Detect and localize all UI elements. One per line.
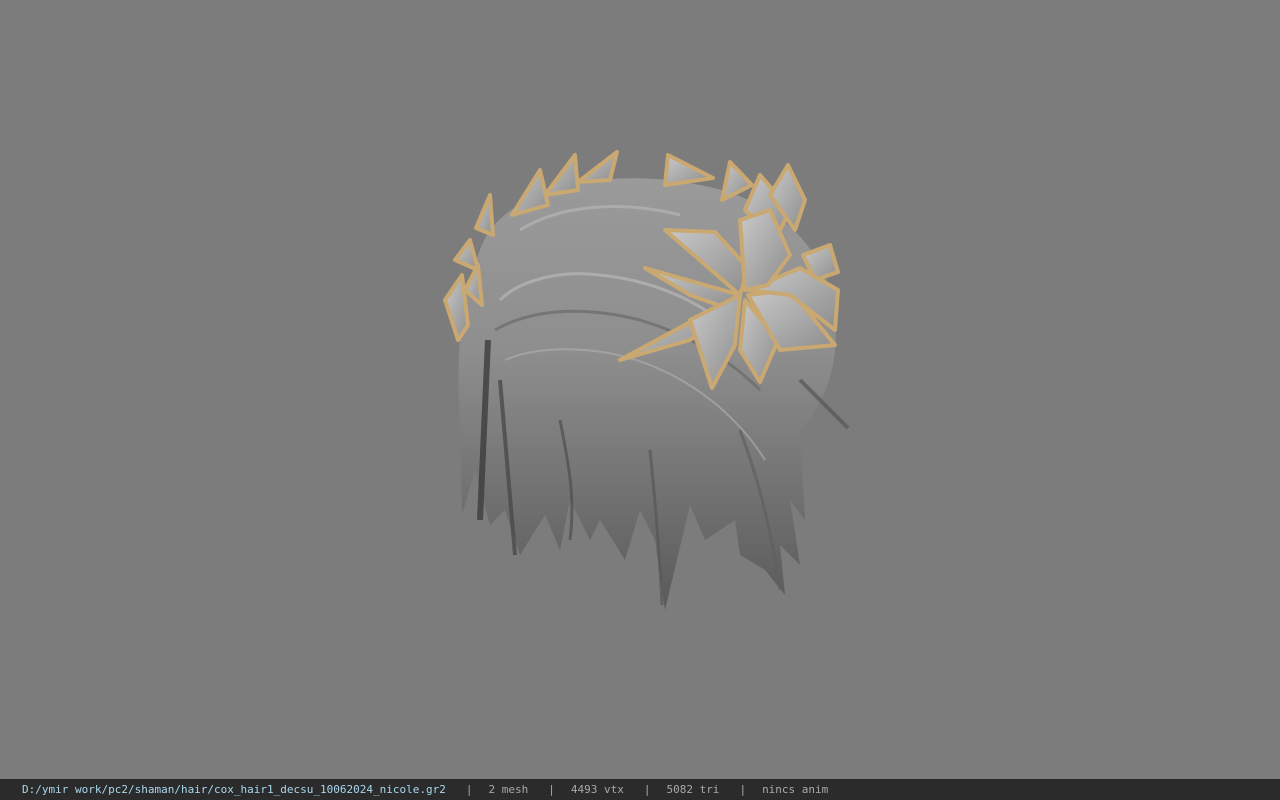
status-bar: D:/ymir work/pc2/shaman/hair/cox_hair1_d… bbox=[0, 779, 1280, 800]
hair-model-render[interactable] bbox=[0, 0, 1280, 779]
triangle-count-label: 5082 tri bbox=[666, 783, 720, 796]
vertex-count-label: 4493 vtx bbox=[570, 783, 624, 796]
file-path-label: D:/ymir work/pc2/shaman/hair/cox_hair1_d… bbox=[22, 783, 446, 796]
mesh-count-label: 2 mesh bbox=[488, 783, 529, 796]
status-separator: | bbox=[465, 783, 473, 796]
status-separator: | bbox=[643, 783, 651, 796]
status-separator: | bbox=[739, 783, 747, 796]
status-separator: | bbox=[548, 783, 555, 796]
animation-status-label: nincs anim bbox=[762, 783, 829, 796]
hair-mesh bbox=[458, 178, 850, 611]
3d-viewport[interactable] bbox=[0, 0, 1280, 779]
